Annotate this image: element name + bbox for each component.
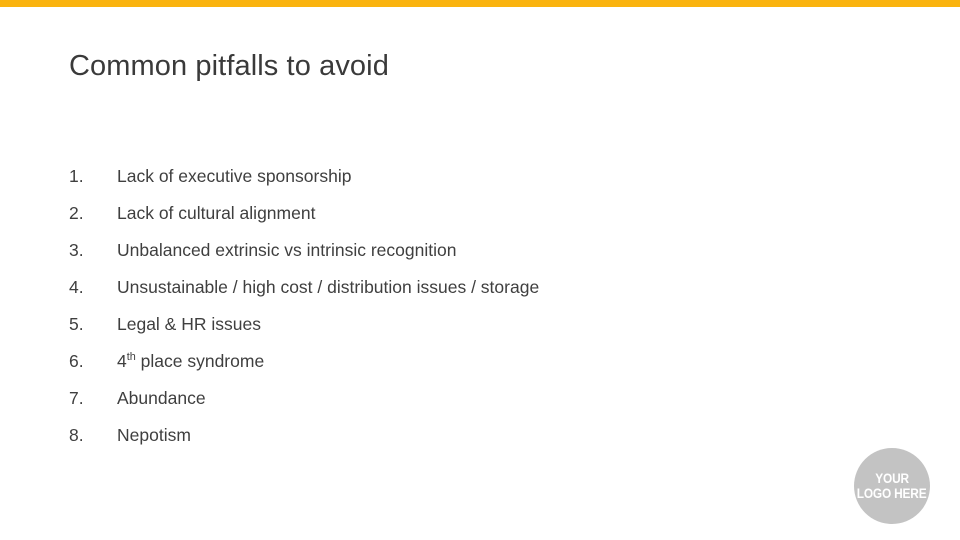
logo-placeholder: YOUR LOGO HERE <box>854 448 930 524</box>
list-item-label: Unbalanced extrinsic vs intrinsic recogn… <box>117 240 457 260</box>
list-item: 6. 4th place syndrome <box>69 343 869 380</box>
list-item-number: 8. <box>69 425 84 445</box>
list-item-number: 1. <box>69 166 84 186</box>
list-item: 3. Unbalanced extrinsic vs intrinsic rec… <box>69 232 869 269</box>
list-item-number: 2. <box>69 203 84 223</box>
list-item: 4. Unsustainable / high cost / distribut… <box>69 269 869 306</box>
list-item-label: Legal & HR issues <box>117 314 261 334</box>
list-item-number: 7. <box>69 388 84 408</box>
list-item: 8. Nepotism <box>69 417 869 454</box>
list-item-number: 6. <box>69 351 84 371</box>
list-item-number: 3. <box>69 240 84 260</box>
slide: Common pitfalls to avoid 1. Lack of exec… <box>0 0 960 540</box>
list-item-ordinal-suffix: th <box>126 351 136 364</box>
list-item-label: Lack of cultural alignment <box>117 203 316 223</box>
list-item-number: 4. <box>69 277 84 297</box>
list-item-label-rest: place syndrome <box>135 351 265 371</box>
page-title: Common pitfalls to avoid <box>69 50 389 82</box>
list-item: 2. Lack of cultural alignment <box>69 195 869 232</box>
list-item-label: Nepotism <box>117 425 191 445</box>
list-item: 1. Lack of executive sponsorship <box>69 158 869 195</box>
list-item-number: 5. <box>69 314 84 334</box>
logo-line-1: YOUR <box>875 471 909 486</box>
logo-line-2: LOGO HERE <box>857 486 927 501</box>
top-accent-bar <box>0 0 960 7</box>
list-item: 7. Abundance <box>69 380 869 417</box>
list-item-ordinal-base: 4 <box>117 351 127 371</box>
list-item-label: Unsustainable / high cost / distribution… <box>117 277 540 297</box>
pitfalls-list: 1. Lack of executive sponsorship 2. Lack… <box>69 158 869 454</box>
list-item-label: Abundance <box>117 388 206 408</box>
list-item: 5. Legal & HR issues <box>69 306 869 343</box>
list-item-label: 4th place syndrome <box>117 343 264 380</box>
list-item-label: Lack of executive sponsorship <box>117 166 352 186</box>
